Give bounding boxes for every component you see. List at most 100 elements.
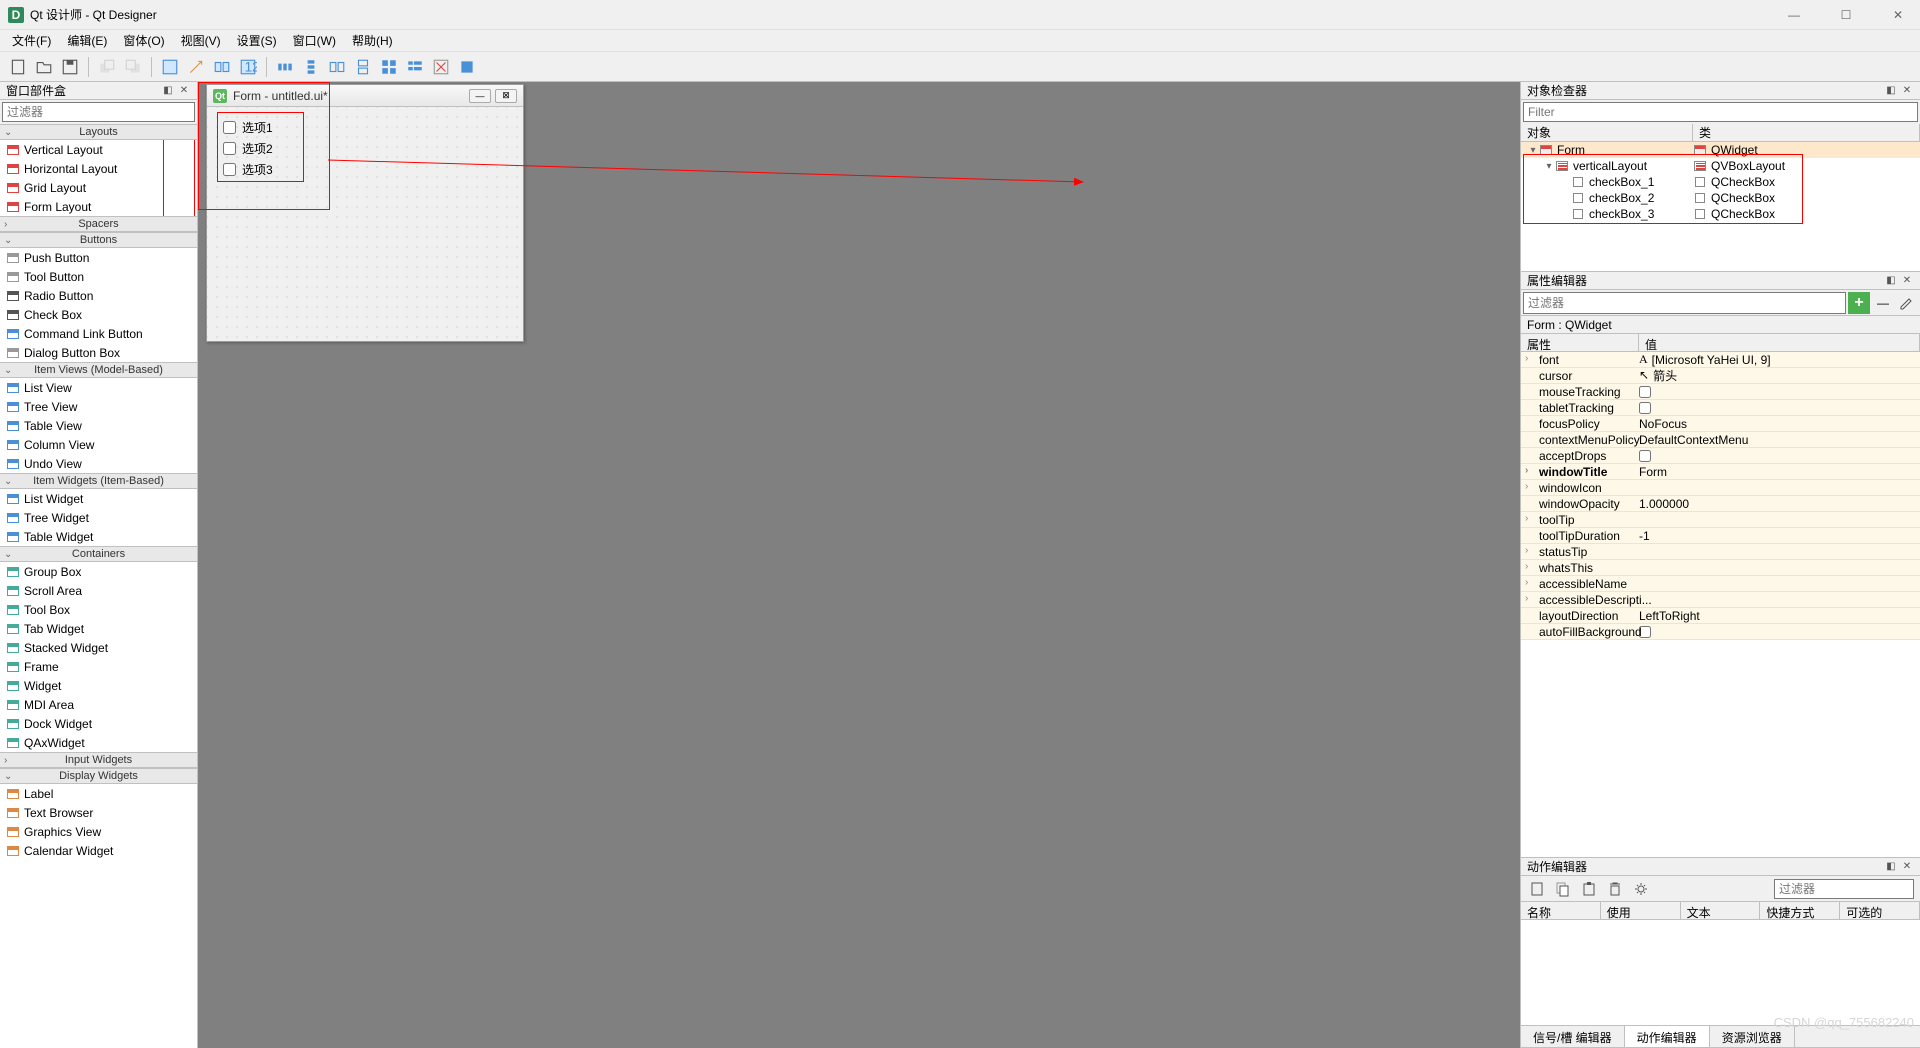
property-value[interactable]: ↖ 箭头 xyxy=(1639,367,1920,384)
action-editor-filter[interactable] xyxy=(1774,879,1914,899)
bottom-tab[interactable]: 信号/槽 编辑器 xyxy=(1521,1026,1625,1047)
checkbox-widget[interactable]: 选项2 xyxy=(223,138,273,159)
menu-item[interactable]: 编辑(E) xyxy=(59,30,115,51)
widget-box-close-button[interactable]: ✕ xyxy=(177,84,191,98)
property-editor-body[interactable]: ›fontA [Microsoft YaHei UI, 9]cursor↖ 箭头… xyxy=(1521,352,1920,857)
expand-icon[interactable]: › xyxy=(1525,353,1528,364)
property-editor-headers[interactable]: 属性 值 xyxy=(1521,334,1920,352)
property-row[interactable]: ›accessibleDescripti... xyxy=(1521,592,1920,608)
property-checkbox[interactable] xyxy=(1639,402,1651,414)
expand-icon[interactable]: › xyxy=(1525,545,1528,556)
toolbar-layout-vsplit-button[interactable] xyxy=(351,55,375,79)
mdi-area[interactable]: Qt Form - untitled.ui* — ⊠ 选项1选项2选项3 xyxy=(198,82,1520,1048)
toolbar-layout-grid-button[interactable] xyxy=(377,55,401,79)
widget-item[interactable]: Tree View xyxy=(0,397,197,416)
property-row[interactable]: toolTipDuration-1 xyxy=(1521,528,1920,544)
object-tree-row[interactable]: ▾FormQWidget xyxy=(1521,142,1920,158)
widget-item[interactable]: Stacked Widget xyxy=(0,638,197,657)
action-paste-button[interactable] xyxy=(1579,879,1599,899)
window-maximize-button[interactable]: ☐ xyxy=(1832,5,1860,25)
property-value[interactable]: 1.000000 xyxy=(1639,497,1920,511)
property-row[interactable]: ›whatsThis xyxy=(1521,560,1920,576)
widget-category[interactable]: ⌄Display Widgets xyxy=(0,768,197,784)
property-value[interactable]: LeftToRight xyxy=(1639,609,1920,623)
object-inspector-close-button[interactable]: ✕ xyxy=(1900,84,1914,98)
action-editor-headers[interactable]: 名称使用文本快捷方式可选的 xyxy=(1521,902,1920,920)
property-editor-config-button[interactable] xyxy=(1896,292,1918,314)
property-editor-filter[interactable] xyxy=(1523,292,1846,314)
property-value[interactable] xyxy=(1639,386,1920,398)
widget-item[interactable]: Graphics View xyxy=(0,822,197,841)
property-row[interactable]: cursor↖ 箭头 xyxy=(1521,368,1920,384)
widget-item[interactable]: Column View xyxy=(0,435,197,454)
toolbar-layout-h-button[interactable] xyxy=(273,55,297,79)
widget-item[interactable]: QAxWidget xyxy=(0,733,197,752)
widget-box-float-button[interactable]: ◧ xyxy=(161,84,175,98)
form-window-titlebar[interactable]: Qt Form - untitled.ui* — ⊠ xyxy=(207,85,523,107)
widget-category[interactable]: ⌄Containers xyxy=(0,546,197,562)
object-tree-row[interactable]: checkBox_2QCheckBox xyxy=(1521,190,1920,206)
form-window[interactable]: Qt Form - untitled.ui* — ⊠ 选项1选项2选项3 xyxy=(206,84,524,342)
checkbox-input[interactable] xyxy=(223,142,236,155)
toolbar-break-layout-button[interactable] xyxy=(429,55,453,79)
widget-item[interactable]: List Widget xyxy=(0,489,197,508)
toolbar-layout-form-button[interactable] xyxy=(403,55,427,79)
property-row[interactable]: windowOpacity1.000000 xyxy=(1521,496,1920,512)
toolbar-bring-front-button[interactable] xyxy=(121,55,145,79)
property-row[interactable]: mouseTracking xyxy=(1521,384,1920,400)
toolbar-open-button[interactable] xyxy=(32,55,56,79)
widget-item[interactable]: Tool Box xyxy=(0,600,197,619)
widget-item[interactable]: Table View xyxy=(0,416,197,435)
widget-item[interactable]: Label xyxy=(0,784,197,803)
toolbar-edit-signals-button[interactable] xyxy=(184,55,208,79)
widget-item[interactable]: Check Box xyxy=(0,305,197,324)
expand-icon[interactable]: › xyxy=(1525,465,1528,476)
widget-category[interactable]: ⌄Buttons xyxy=(0,232,197,248)
property-value[interactable]: Form xyxy=(1639,465,1920,479)
action-column-header[interactable]: 快捷方式 xyxy=(1760,902,1840,919)
widget-item[interactable]: Vertical Layout xyxy=(0,140,197,159)
widget-item[interactable]: Grid Layout xyxy=(0,178,197,197)
toolbar-edit-widgets-button[interactable] xyxy=(158,55,182,79)
widget-category[interactable]: ⌄Layouts xyxy=(0,124,197,140)
object-inspector-headers[interactable]: 对象 类 xyxy=(1521,124,1920,142)
bottom-tab[interactable]: 资源浏览器 xyxy=(1710,1026,1795,1047)
property-value[interactable]: NoFocus xyxy=(1639,417,1920,431)
action-delete-button[interactable] xyxy=(1605,879,1625,899)
menu-item[interactable]: 窗口(W) xyxy=(285,30,344,51)
widget-item[interactable]: Widget xyxy=(0,676,197,695)
widget-item[interactable]: Tool Button xyxy=(0,267,197,286)
checkbox-input[interactable] xyxy=(223,163,236,176)
tree-toggle[interactable]: ▾ xyxy=(1527,145,1539,156)
window-minimize-button[interactable]: — xyxy=(1780,5,1808,25)
property-editor-float-button[interactable]: ◧ xyxy=(1884,274,1898,288)
widget-item[interactable]: Tree Widget xyxy=(0,508,197,527)
widget-item[interactable]: Command Link Button xyxy=(0,324,197,343)
window-close-button[interactable]: ✕ xyxy=(1884,5,1912,25)
menu-item[interactable]: 设置(S) xyxy=(229,30,285,51)
property-value[interactable]: DefaultContextMenu xyxy=(1639,433,1920,447)
property-row[interactable]: focusPolicyNoFocus xyxy=(1521,416,1920,432)
menu-item[interactable]: 文件(F) xyxy=(4,30,59,51)
expand-icon[interactable]: › xyxy=(1525,593,1528,604)
action-settings-button[interactable] xyxy=(1631,879,1651,899)
property-row[interactable]: layoutDirectionLeftToRight xyxy=(1521,608,1920,624)
object-tree-row[interactable]: checkBox_3QCheckBox xyxy=(1521,206,1920,222)
expand-icon[interactable]: › xyxy=(1525,577,1528,588)
property-row[interactable]: ›toolTip xyxy=(1521,512,1920,528)
checkbox-widget[interactable]: 选项1 xyxy=(223,117,273,138)
toolbar-edit-taborder-button[interactable]: 12 xyxy=(236,55,260,79)
widget-category[interactable]: ›Input Widgets xyxy=(0,752,197,768)
menu-item[interactable]: 窗体(O) xyxy=(115,30,172,51)
widget-box-list[interactable]: ⌄LayoutsVertical LayoutHorizontal Layout… xyxy=(0,124,197,1048)
form-canvas[interactable]: 选项1选项2选项3 xyxy=(207,107,523,341)
widget-category[interactable]: ⌄Item Views (Model-Based) xyxy=(0,362,197,378)
widget-item[interactable]: Push Button xyxy=(0,248,197,267)
property-row[interactable]: autoFillBackground xyxy=(1521,624,1920,640)
property-value[interactable] xyxy=(1639,450,1920,462)
property-row[interactable]: contextMenuPolicyDefaultContextMenu xyxy=(1521,432,1920,448)
action-column-header[interactable]: 名称 xyxy=(1521,902,1601,919)
menu-item[interactable]: 视图(V) xyxy=(173,30,229,51)
bottom-tab[interactable]: 动作编辑器 xyxy=(1625,1026,1710,1047)
action-editor-float-button[interactable]: ◧ xyxy=(1884,860,1898,874)
